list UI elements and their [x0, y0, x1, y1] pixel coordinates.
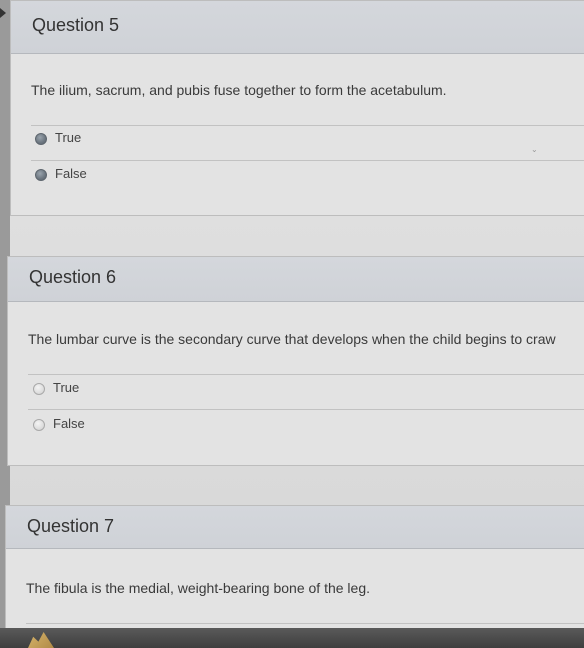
question-card-5: Question 5 The ilium, sacrum, and pubis … — [10, 0, 584, 216]
divider — [28, 374, 584, 375]
question-title: Question 6 — [29, 267, 117, 287]
question-header-7: Question 7 — [6, 506, 584, 549]
divider — [28, 409, 584, 410]
radio-button[interactable] — [35, 133, 47, 145]
divider — [31, 125, 584, 126]
question-card-7: Question 7 The fibula is the medial, wei… — [5, 505, 584, 635]
option-label: True — [55, 130, 82, 145]
chevron-right-icon[interactable] — [0, 8, 6, 18]
option-label: False — [53, 416, 85, 431]
option-label: True — [53, 380, 80, 395]
option-false[interactable]: False — [35, 165, 235, 187]
radio-button[interactable] — [35, 169, 47, 181]
question-header-5: Question 5 — [11, 1, 584, 54]
question-text: The lumbar curve is the secondary curve … — [28, 331, 556, 347]
option-false[interactable]: False — [33, 415, 233, 437]
option-label: False — [55, 166, 87, 181]
question-header-6: Question 6 — [8, 257, 584, 302]
radio-button[interactable] — [33, 419, 45, 431]
divider — [26, 623, 584, 624]
chevron-down-icon: ⌄ — [531, 145, 538, 154]
quiz-page: Question 5 The ilium, sacrum, and pubis … — [0, 0, 584, 648]
question-title: Question 5 — [32, 15, 120, 35]
radio-button[interactable] — [33, 383, 45, 395]
taskbar — [0, 628, 584, 648]
option-true[interactable]: True — [35, 129, 235, 151]
question-text: The ilium, sacrum, and pubis fuse togeth… — [31, 82, 447, 98]
question-card-6: Question 6 The lumbar curve is the secon… — [7, 256, 584, 466]
question-text: The fibula is the medial, weight-bearing… — [26, 580, 370, 596]
question-title: Question 7 — [27, 516, 115, 536]
divider — [31, 160, 584, 161]
option-true[interactable]: True — [33, 379, 233, 401]
